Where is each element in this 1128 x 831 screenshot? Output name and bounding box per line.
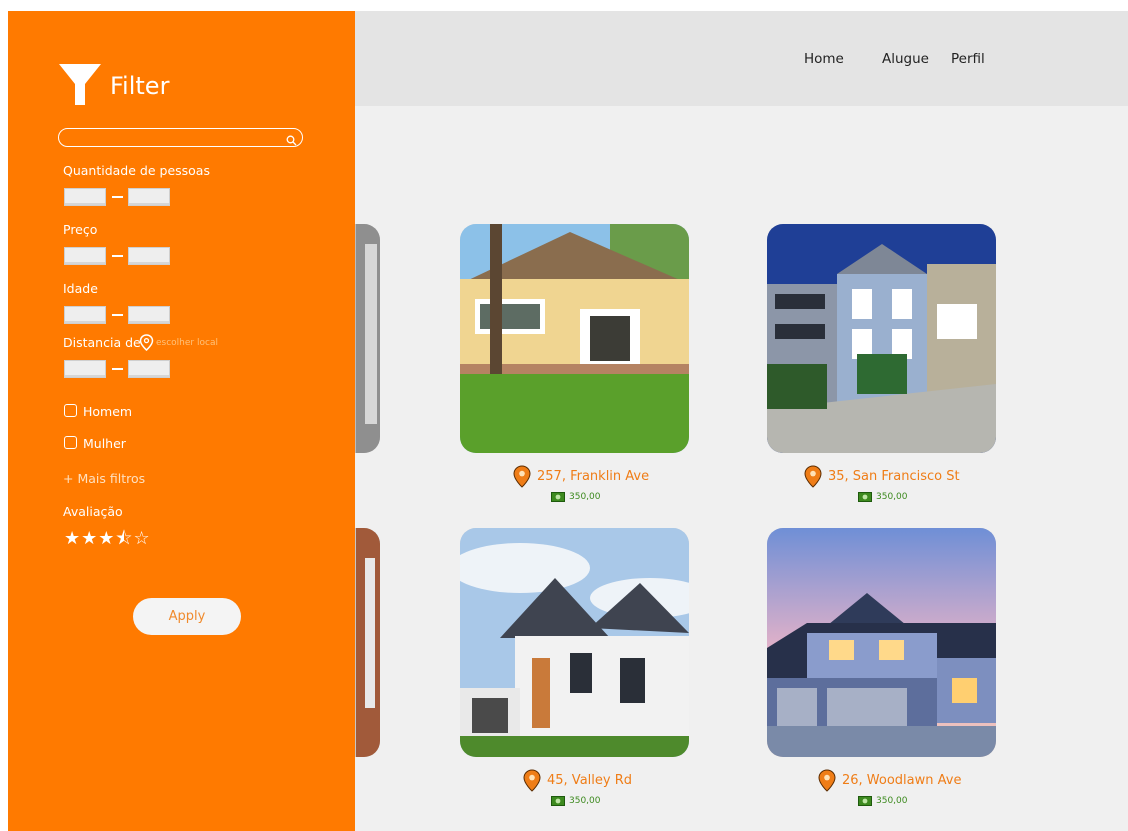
listing-address-san-francisco[interactable]: 35, San Francisco St: [804, 465, 960, 488]
range-dash: [112, 255, 123, 257]
woman-checkbox[interactable]: [64, 436, 77, 449]
price-label: Preço: [63, 222, 98, 237]
listing-price-valley: 350,00: [551, 796, 601, 806]
listing-image-san-francisco[interactable]: [767, 224, 996, 453]
distance-max-input[interactable]: [128, 360, 170, 378]
listing-image-franklin[interactable]: [460, 224, 689, 453]
search-input[interactable]: [58, 128, 303, 147]
range-dash: [112, 196, 123, 198]
man-label: Homem: [83, 404, 133, 419]
listing-price-franklin: 350,00: [551, 492, 601, 502]
woman-label: Mulher: [83, 436, 126, 451]
nav-profile-link[interactable]: Perfil: [951, 51, 985, 67]
cash-icon: [858, 492, 872, 502]
location-pin-icon: [523, 769, 541, 792]
price-text: 350,00: [876, 796, 908, 806]
listing-image-woodlawn[interactable]: [767, 528, 996, 757]
apply-button[interactable]: Apply: [133, 598, 241, 635]
cash-icon: [551, 796, 565, 806]
address-text: 45, Valley Rd: [547, 773, 632, 788]
listing-address-woodlawn[interactable]: 26, Woodlawn Ave: [818, 769, 961, 792]
filter-icon: [58, 62, 102, 110]
man-checkbox[interactable]: [64, 404, 77, 417]
range-dash: [112, 368, 123, 370]
price-text: 350,00: [569, 796, 601, 806]
location-pin-icon: [818, 769, 836, 792]
age-label: Idade: [63, 281, 98, 296]
location-pin-icon: [513, 465, 531, 488]
location-pin-icon[interactable]: [139, 334, 154, 355]
location-pin-icon: [804, 465, 822, 488]
distance-label: Distancia de: [63, 335, 141, 350]
age-max-input[interactable]: [128, 306, 170, 324]
address-text: 257, Franklin Ave: [537, 469, 650, 484]
listing-price-woodlawn: 350,00: [858, 796, 908, 806]
search-icon[interactable]: [286, 131, 297, 150]
cash-icon: [551, 492, 565, 502]
filter-sidebar: Filter Quantidade de pessoas Preço Idade…: [8, 11, 355, 831]
nav-home-link[interactable]: Home: [804, 51, 844, 67]
listing-address-franklin[interactable]: 257, Franklin Ave: [513, 465, 649, 488]
listing-price-san-francisco: 350,00: [858, 492, 908, 502]
people-label: Quantidade de pessoas: [63, 163, 210, 178]
price-min-input[interactable]: [64, 247, 106, 265]
rating-stars[interactable]: ★★★⯪☆: [64, 526, 151, 556]
price-text: 350,00: [569, 492, 601, 502]
address-text: 35, San Francisco St: [828, 469, 960, 484]
distance-min-input[interactable]: [64, 360, 106, 378]
rating-label: Avaliação: [63, 504, 123, 519]
choose-location-link[interactable]: escolher local: [156, 338, 218, 348]
price-text: 350,00: [876, 492, 908, 502]
cash-icon: [858, 796, 872, 806]
more-filters-link[interactable]: + Mais filtros: [63, 471, 145, 486]
listing-address-valley[interactable]: 45, Valley Rd: [523, 769, 632, 792]
nav-rent-link[interactable]: Alugue: [882, 51, 929, 67]
listing-image-valley[interactable]: [460, 528, 689, 757]
people-max-input[interactable]: [128, 188, 170, 206]
price-max-input[interactable]: [128, 247, 170, 265]
address-text: 26, Woodlawn Ave: [842, 773, 962, 788]
app-window: 257, Franklin Ave 350,00 35, San Francis…: [8, 11, 1128, 831]
age-min-input[interactable]: [64, 306, 106, 324]
range-dash: [112, 314, 123, 316]
filter-title: Filter: [110, 72, 170, 100]
people-min-input[interactable]: [64, 188, 106, 206]
